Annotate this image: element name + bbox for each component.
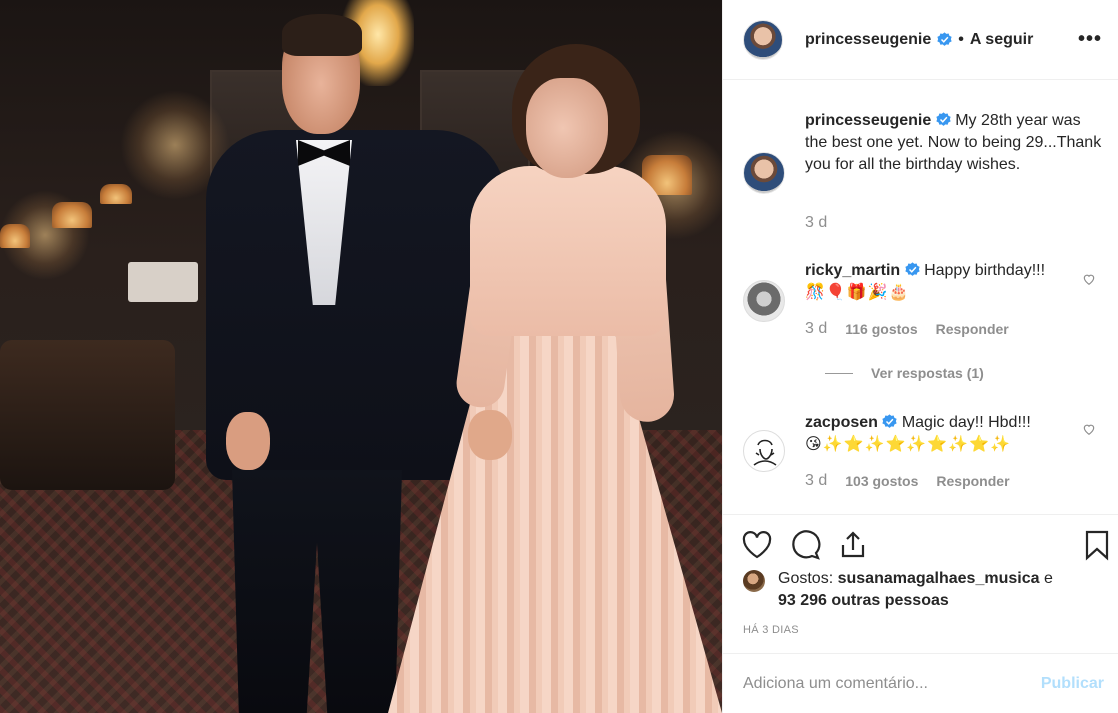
- replies-divider: [825, 372, 853, 374]
- following-button[interactable]: A seguir: [970, 31, 1033, 49]
- likes-prefix: Gostos:: [778, 570, 834, 587]
- share-icon[interactable]: [837, 529, 869, 561]
- comment-emojis: 😘✨⭐✨⭐✨⭐✨⭐✨: [805, 436, 1011, 453]
- sketch-avatar-icon: [753, 439, 777, 466]
- liker-username[interactable]: susanamagalhaes_musica: [838, 570, 1040, 587]
- caption-meta: 3 d: [805, 214, 827, 232]
- caption-username[interactable]: princesseugenie: [805, 112, 931, 129]
- like-heart-icon[interactable]: [741, 529, 773, 561]
- verified-badge-icon: [936, 112, 951, 126]
- instagram-post: princesseugenie • A seguir ••• princesse…: [0, 0, 1118, 713]
- comment-emojis: 🎊🎈🎁🎉🎂: [805, 284, 910, 301]
- view-replies-button[interactable]: Ver respostas (1): [825, 365, 984, 381]
- view-replies-label: Ver respostas (1): [871, 365, 984, 381]
- like-comment-heart-icon[interactable]: [1082, 272, 1096, 286]
- author-avatar[interactable]: [743, 19, 783, 60]
- photo-hand: [226, 412, 270, 470]
- photo-hand: [468, 410, 512, 460]
- like-comment-heart-icon[interactable]: [1082, 422, 1096, 436]
- verified-badge-icon: [937, 32, 952, 46]
- save-bookmark-icon[interactable]: [1081, 529, 1113, 561]
- comment-meta: 3 d 103 gostos Responder: [805, 472, 1010, 490]
- comment-meta: 3 d 116 gostos Responder: [805, 320, 1009, 338]
- avatar: [743, 152, 785, 194]
- photo-dress-bodice: [470, 166, 666, 336]
- add-comment-bar: Publicar: [723, 653, 1118, 713]
- comment-text-block: zacposen Magic day!! Hbd!!! 😘✨⭐✨⭐✨⭐✨⭐✨: [805, 412, 1076, 456]
- photo-lamp: [100, 184, 132, 204]
- caption-text-block: princesseugenie My 28th year was the bes…: [805, 110, 1102, 176]
- photo-sofa: [0, 340, 175, 490]
- likes-text: Gostos: susanamagalhaes_musica e 93 296 …: [778, 568, 1053, 612]
- photo-woman-head: [526, 78, 608, 178]
- commenter-avatar[interactable]: [743, 280, 785, 322]
- comment-likes-count[interactable]: 116 gostos: [845, 321, 917, 337]
- commenter-avatar[interactable]: [743, 430, 785, 472]
- comment-age[interactable]: 3 d: [805, 472, 827, 490]
- verified-badge-icon: [905, 262, 920, 276]
- comment-bubble-icon[interactable]: [789, 529, 821, 561]
- comments-list: princesseugenie My 28th year was the bes…: [723, 80, 1118, 713]
- comment-username[interactable]: zacposen: [805, 414, 878, 431]
- author-username[interactable]: princesseugenie: [805, 31, 931, 49]
- publish-button[interactable]: Publicar: [1041, 675, 1104, 693]
- likes-others-link[interactable]: 93 296 outras pessoas: [778, 592, 949, 609]
- comment-likes-count[interactable]: 103 gostos: [845, 473, 918, 489]
- comment-input[interactable]: [743, 674, 1041, 693]
- comment-text: Magic day!! Hbd!!!: [901, 414, 1031, 431]
- photo-table: [128, 262, 198, 302]
- likes-connector: e: [1043, 570, 1053, 587]
- caption-age[interactable]: 3 d: [805, 214, 827, 232]
- comment-text: Happy birthday!!!: [924, 262, 1046, 279]
- post-side-panel: princesseugenie • A seguir ••• princesse…: [722, 0, 1118, 713]
- photo-man-hair: [282, 14, 362, 56]
- comment-age[interactable]: 3 d: [805, 320, 827, 338]
- photo-lamp: [52, 202, 92, 228]
- post-photo[interactable]: [0, 0, 722, 713]
- post-header: princesseugenie • A seguir •••: [723, 0, 1118, 80]
- reply-button[interactable]: Responder: [936, 473, 1009, 489]
- comment-text-block: ricky_martin Happy birthday!!! 🎊🎈🎁🎉🎂: [805, 260, 1076, 304]
- caption-author-avatar[interactable]: [743, 152, 785, 194]
- header-separator: •: [958, 30, 964, 48]
- reply-button[interactable]: Responder: [936, 321, 1009, 337]
- verified-badge-icon: [882, 414, 897, 428]
- post-date[interactable]: HÁ 3 DIAS: [743, 624, 799, 636]
- more-options-button[interactable]: •••: [1078, 28, 1102, 51]
- comment-username[interactable]: ricky_martin: [805, 262, 900, 279]
- liker-avatar[interactable]: [743, 570, 765, 592]
- photo-lamp: [0, 224, 30, 248]
